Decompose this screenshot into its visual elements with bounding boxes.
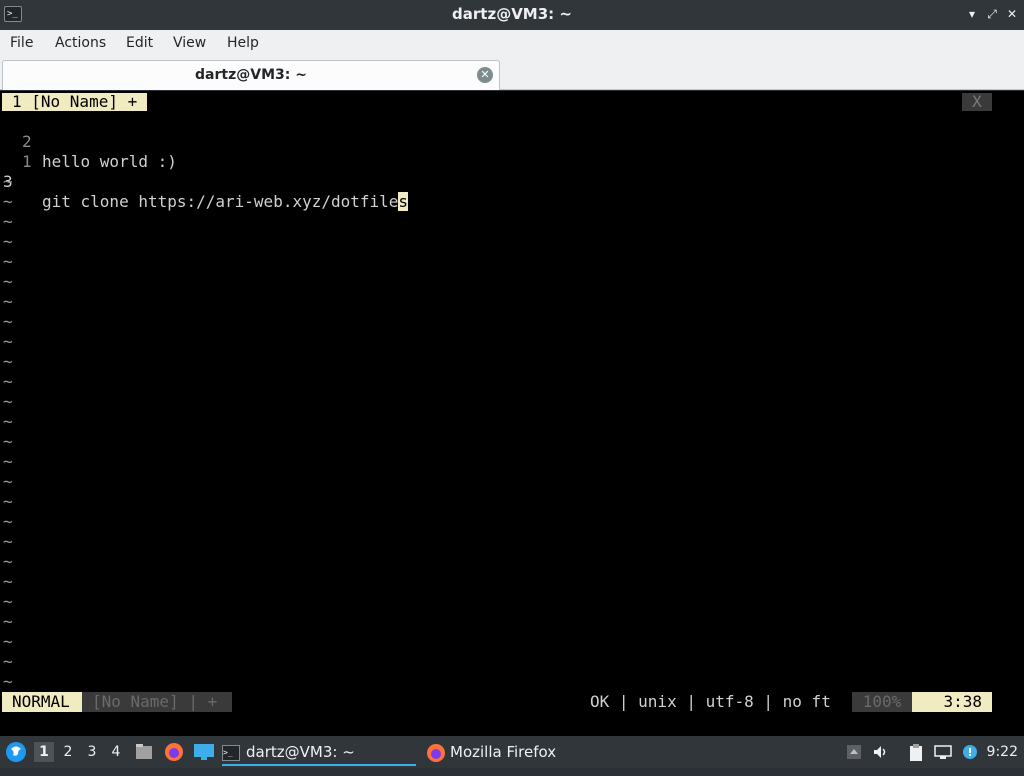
empty-line-tilde: ~ (3, 532, 13, 551)
menu-view[interactable]: View (173, 35, 206, 51)
empty-line-tilde: ~ (3, 612, 13, 631)
line-text: git clone https://ari-web.xyz/dotfiles (42, 192, 409, 211)
file-manager-icon[interactable] (134, 742, 154, 762)
empty-line-tilde: ~ (3, 472, 13, 491)
minimize-icon[interactable]: ▾ (964, 6, 980, 22)
empty-line-tilde: ~ (3, 432, 13, 451)
network-icon[interactable] (934, 744, 952, 760)
firefox-icon (426, 743, 446, 763)
empty-line-tilde: ~ (3, 332, 13, 351)
clipboard-icon[interactable] (908, 744, 924, 761)
empty-line-tilde: ~ (3, 592, 13, 611)
volume-icon[interactable] (872, 744, 888, 760)
empty-line-tilde: ~ (3, 172, 13, 191)
empty-line-tilde: ~ (3, 292, 13, 311)
tab-label: dartz@VM3: ~ (195, 67, 307, 83)
workspace-4[interactable]: 4 (106, 742, 126, 762)
terminal-view[interactable]: 1 [No Name] + X 2 hello world :) 1 3 git… (0, 91, 1024, 736)
empty-line-tilde: ~ (3, 452, 13, 471)
vim-line: 1 (0, 132, 39, 171)
empty-line-tilde: ~ (3, 412, 13, 431)
terminal-icon: >_ (222, 744, 240, 761)
menubar: File Actions Edit View Help (0, 30, 1024, 58)
menu-actions[interactable]: Actions (55, 35, 106, 51)
start-menu-icon[interactable] (4, 740, 28, 764)
vim-file-info: OK | unix | utf-8 | no ft (590, 692, 831, 711)
maximize-icon[interactable]: ⤢ (984, 6, 1000, 22)
workspace-3[interactable]: 3 (82, 742, 102, 762)
vim-line: 2 hello world :) (0, 112, 177, 171)
tab-close-icon[interactable]: ✕ (477, 67, 493, 83)
empty-line-tilde: ~ (3, 232, 13, 251)
window-titlebar: >_ dartz@VM3: ~ ▾ ⤢ ✕ (0, 0, 1024, 30)
vim-buffer-name: [No Name] | + (82, 692, 232, 712)
empty-line-tilde: ~ (3, 492, 13, 511)
menu-help[interactable]: Help (227, 35, 259, 51)
vim-tab-close[interactable]: X (962, 93, 992, 111)
close-icon[interactable]: ✕ (1004, 6, 1020, 22)
empty-line-tilde: ~ (3, 192, 13, 211)
menu-file[interactable]: File (10, 35, 33, 51)
clock[interactable]: 9:22 (987, 736, 1018, 768)
empty-line-tilde: ~ (3, 372, 13, 391)
empty-line-tilde: ~ (3, 572, 13, 591)
empty-line-tilde: ~ (3, 512, 13, 531)
vim-statusline: NORMAL [No Name] | + OK | unix | utf-8 |… (2, 692, 992, 712)
vim-percent: 100% (852, 692, 912, 712)
terminal-tabbar: dartz@VM3: ~ ✕ (0, 58, 1024, 90)
desktop-icon[interactable] (193, 743, 215, 761)
task-firefox[interactable]: Mozilla Firefox (426, 738, 626, 766)
empty-line-tilde: ~ (3, 312, 13, 331)
line-text: hello world :) (42, 152, 177, 171)
empty-line-tilde: ~ (3, 552, 13, 571)
window-title: dartz@VM3: ~ (452, 5, 572, 23)
empty-line-tilde: ~ (3, 272, 13, 291)
menu-edit[interactable]: Edit (126, 35, 153, 51)
vim-line: 3 git clone https://ari-web.xyz/dotfiles (0, 152, 409, 211)
empty-line-tilde: ~ (3, 652, 13, 671)
workspace-1[interactable]: 1 (34, 742, 54, 762)
firefox-icon[interactable] (164, 742, 184, 762)
notification-icon[interactable] (962, 744, 978, 760)
tray-arrow-icon[interactable] (846, 744, 862, 760)
empty-line-tilde: ~ (3, 252, 13, 271)
workspace-2[interactable]: 2 (58, 742, 78, 762)
taskbar: 1 2 3 4 >_ dartz@VM3: ~ Mozilla Firefox 9… (0, 736, 1024, 768)
empty-line-tilde: ~ (3, 672, 13, 691)
vim-mode: NORMAL (2, 692, 82, 712)
vim-cursor-position: 3:38 (912, 692, 992, 712)
empty-line-tilde: ~ (3, 392, 13, 411)
text-cursor: s (398, 192, 409, 211)
vim-tab-active[interactable]: 1 [No Name] + (2, 93, 148, 111)
empty-line-tilde: ~ (3, 632, 13, 651)
task-terminal[interactable]: >_ dartz@VM3: ~ (222, 738, 416, 766)
empty-line-tilde: ~ (3, 352, 13, 371)
terminal-tab[interactable]: dartz@VM3: ~ ✕ (2, 60, 500, 90)
empty-line-tilde: ~ (3, 212, 13, 231)
